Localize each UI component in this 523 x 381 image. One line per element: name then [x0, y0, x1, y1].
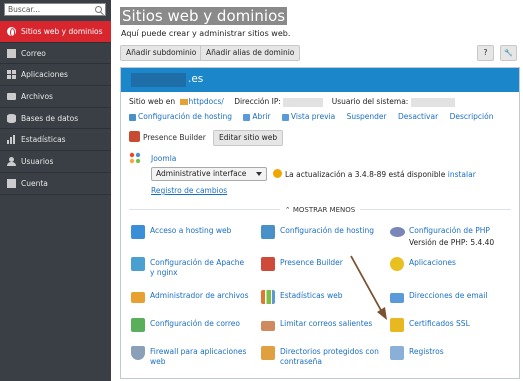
- sidebar-item-account[interactable]: Cuenta: [0, 173, 111, 195]
- search-icon[interactable]: [95, 6, 102, 13]
- globe-icon: [7, 27, 16, 37]
- mail-icon: [7, 48, 16, 58]
- website-panel: .es Sitio web en httpdocs/ Dirección IP:…: [120, 67, 520, 379]
- database-icon: [7, 113, 16, 123]
- sidebar-item-websites[interactable]: Sitios web y dominios: [0, 21, 111, 43]
- page-title: Sitios web y dominios: [120, 7, 288, 25]
- annotation-arrow: [350, 255, 387, 320]
- wrench-icon: 🔧: [504, 49, 513, 57]
- sidebar-item-databases[interactable]: Bases de datos: [0, 108, 111, 130]
- add-domain-alias-button[interactable]: Añadir alias de dominio: [200, 45, 301, 61]
- sidebar-item-label: Sitios web y dominios: [21, 27, 103, 36]
- folder-icon: [7, 93, 16, 101]
- search-input[interactable]: Buscar...: [4, 3, 106, 16]
- main-content: Sitios web y dominios Aquí puede crear y…: [111, 0, 523, 381]
- sidebar-item-mail[interactable]: Correo: [0, 43, 111, 65]
- sidebar-item-applications[interactable]: Aplicaciones: [0, 64, 111, 87]
- sidebar-item-label: Correo: [21, 48, 46, 58]
- sidebar-item-label: Usuarios: [21, 157, 54, 167]
- sidebar-item-users[interactable]: Usuarios: [0, 151, 111, 173]
- sidebar-item-label: Estadísticas: [21, 135, 66, 145]
- add-subdomain-button[interactable]: Añadir subdominio: [120, 45, 203, 61]
- user-icon: [7, 157, 16, 167]
- sidebar-item-label: Archivos: [21, 92, 53, 102]
- sidebar-item-label: Aplicaciones: [21, 70, 68, 80]
- account-icon: [7, 178, 16, 188]
- sidebar-item-label: Cuenta: [21, 178, 48, 188]
- page-subtitle: Aquí puede crear y administrar sitios we…: [121, 29, 291, 38]
- search-placeholder: Buscar...: [8, 5, 41, 14]
- sidebar-item-files[interactable]: Archivos: [0, 86, 111, 108]
- tools-button[interactable]: 🔧: [500, 45, 517, 61]
- bar-chart-icon: [7, 135, 16, 145]
- apps-grid-icon: [7, 70, 16, 80]
- sidebar-nav: Sitios web y dominios Correo Aplicacione…: [0, 21, 111, 195]
- help-button[interactable]: ?: [477, 45, 494, 61]
- sidebar-item-statistics[interactable]: Estadísticas: [0, 129, 111, 152]
- sidebar: Buscar... Sitios web y dominios Correo A…: [0, 0, 111, 381]
- sidebar-item-label: Bases de datos: [21, 113, 79, 123]
